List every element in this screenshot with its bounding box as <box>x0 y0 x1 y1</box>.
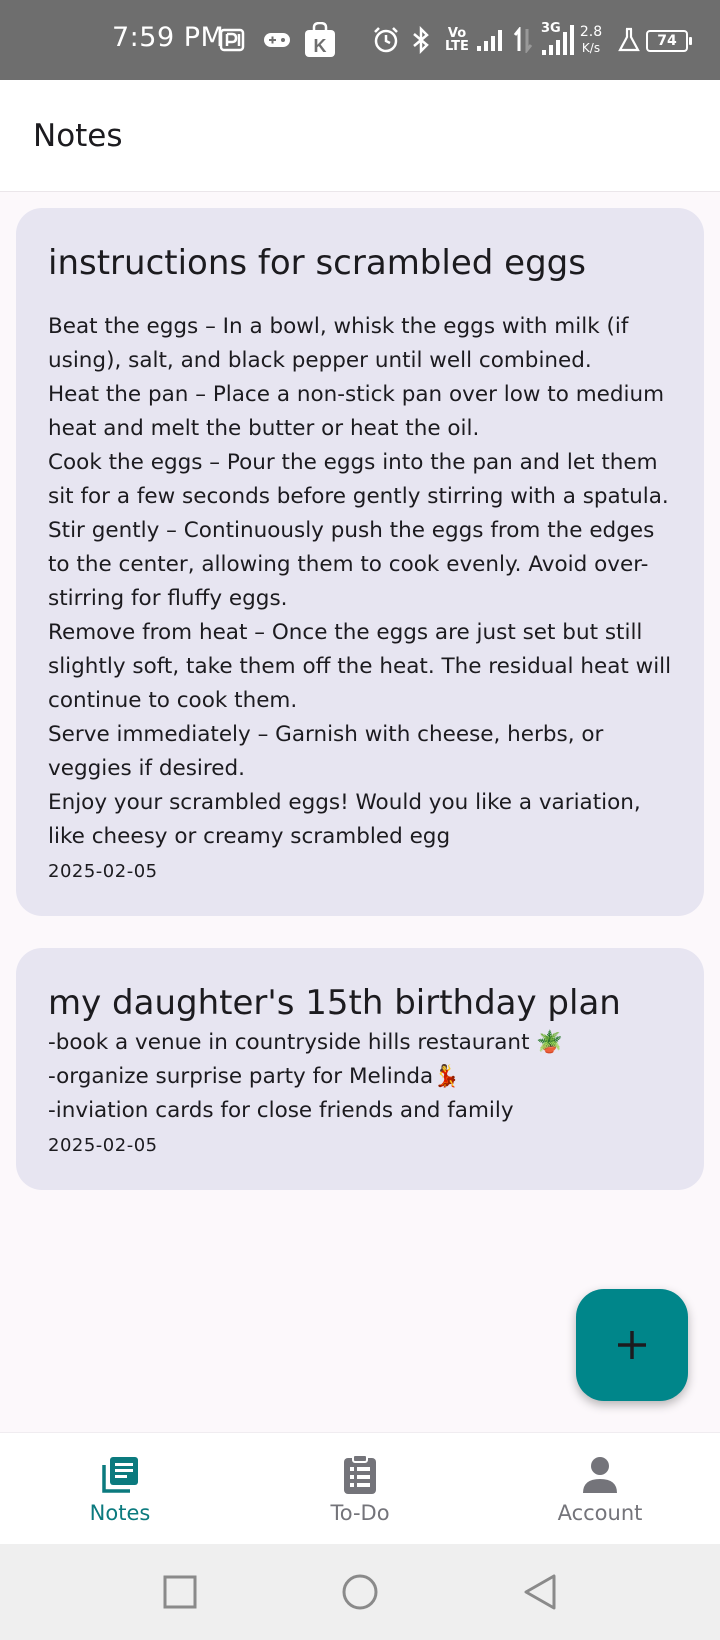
note-card[interactable]: my daughter's 15th birthday plan -book a… <box>16 948 704 1190</box>
note-title: my daughter's 15th birthday plan <box>48 983 621 1023</box>
svg-text:K: K <box>314 36 327 56</box>
signal-icon-2: 3G <box>540 20 576 56</box>
bluetooth-icon <box>410 26 432 54</box>
signal-icon <box>476 26 506 54</box>
person-icon <box>578 1453 622 1497</box>
recent-apps-icon[interactable] <box>160 1572 200 1612</box>
note-date: 2025-02-05 <box>48 1135 158 1156</box>
nav-label-notes: Notes <box>89 1501 151 1525</box>
network-speed: 2.8 K/s <box>579 24 603 55</box>
plus-icon <box>615 1319 649 1371</box>
data-transfer-icon <box>512 26 534 54</box>
battery-icon: 74 <box>646 30 692 52</box>
flask-icon <box>618 26 640 54</box>
page-title: Notes <box>33 117 123 154</box>
note-body: -book a venue in countryside hills resta… <box>48 1030 564 1123</box>
nav-label-account: Account <box>557 1501 643 1525</box>
nav-item-account[interactable]: Account <box>480 1433 720 1545</box>
system-navigation-bar <box>0 1544 720 1640</box>
add-note-button[interactable] <box>576 1289 688 1401</box>
note-title: instructions for scrambled eggs <box>48 243 586 283</box>
status-time: 7:59 PM <box>112 22 225 53</box>
note-body: Beat the eggs – In a bowl, whisk the egg… <box>48 314 672 849</box>
back-icon[interactable] <box>520 1572 560 1612</box>
clipboard-icon <box>338 1453 382 1497</box>
play-store-icon <box>218 26 246 54</box>
bottom-navigation: Notes To-Do Account <box>0 1432 720 1544</box>
volte-icon: Vo LTE <box>445 26 469 54</box>
notes-icon <box>98 1453 142 1497</box>
nav-item-notes[interactable]: Notes <box>0 1433 240 1545</box>
alarm-icon <box>372 26 400 54</box>
nav-label-todo: To-Do <box>330 1501 390 1525</box>
home-icon[interactable] <box>340 1572 380 1612</box>
app-bar: Notes <box>0 80 720 192</box>
status-bar: 7:59 PM K Vo LTE 3G 2.8 K/s 74 <box>0 0 720 80</box>
gamepad-icon <box>262 26 292 54</box>
k-app-icon: K <box>304 22 336 58</box>
note-card[interactable]: instructions for scrambled eggs Beat the… <box>16 208 704 916</box>
note-date: 2025-02-05 <box>48 861 158 882</box>
notes-list: instructions for scrambled eggs Beat the… <box>16 208 704 1222</box>
nav-item-todo[interactable]: To-Do <box>240 1433 480 1545</box>
